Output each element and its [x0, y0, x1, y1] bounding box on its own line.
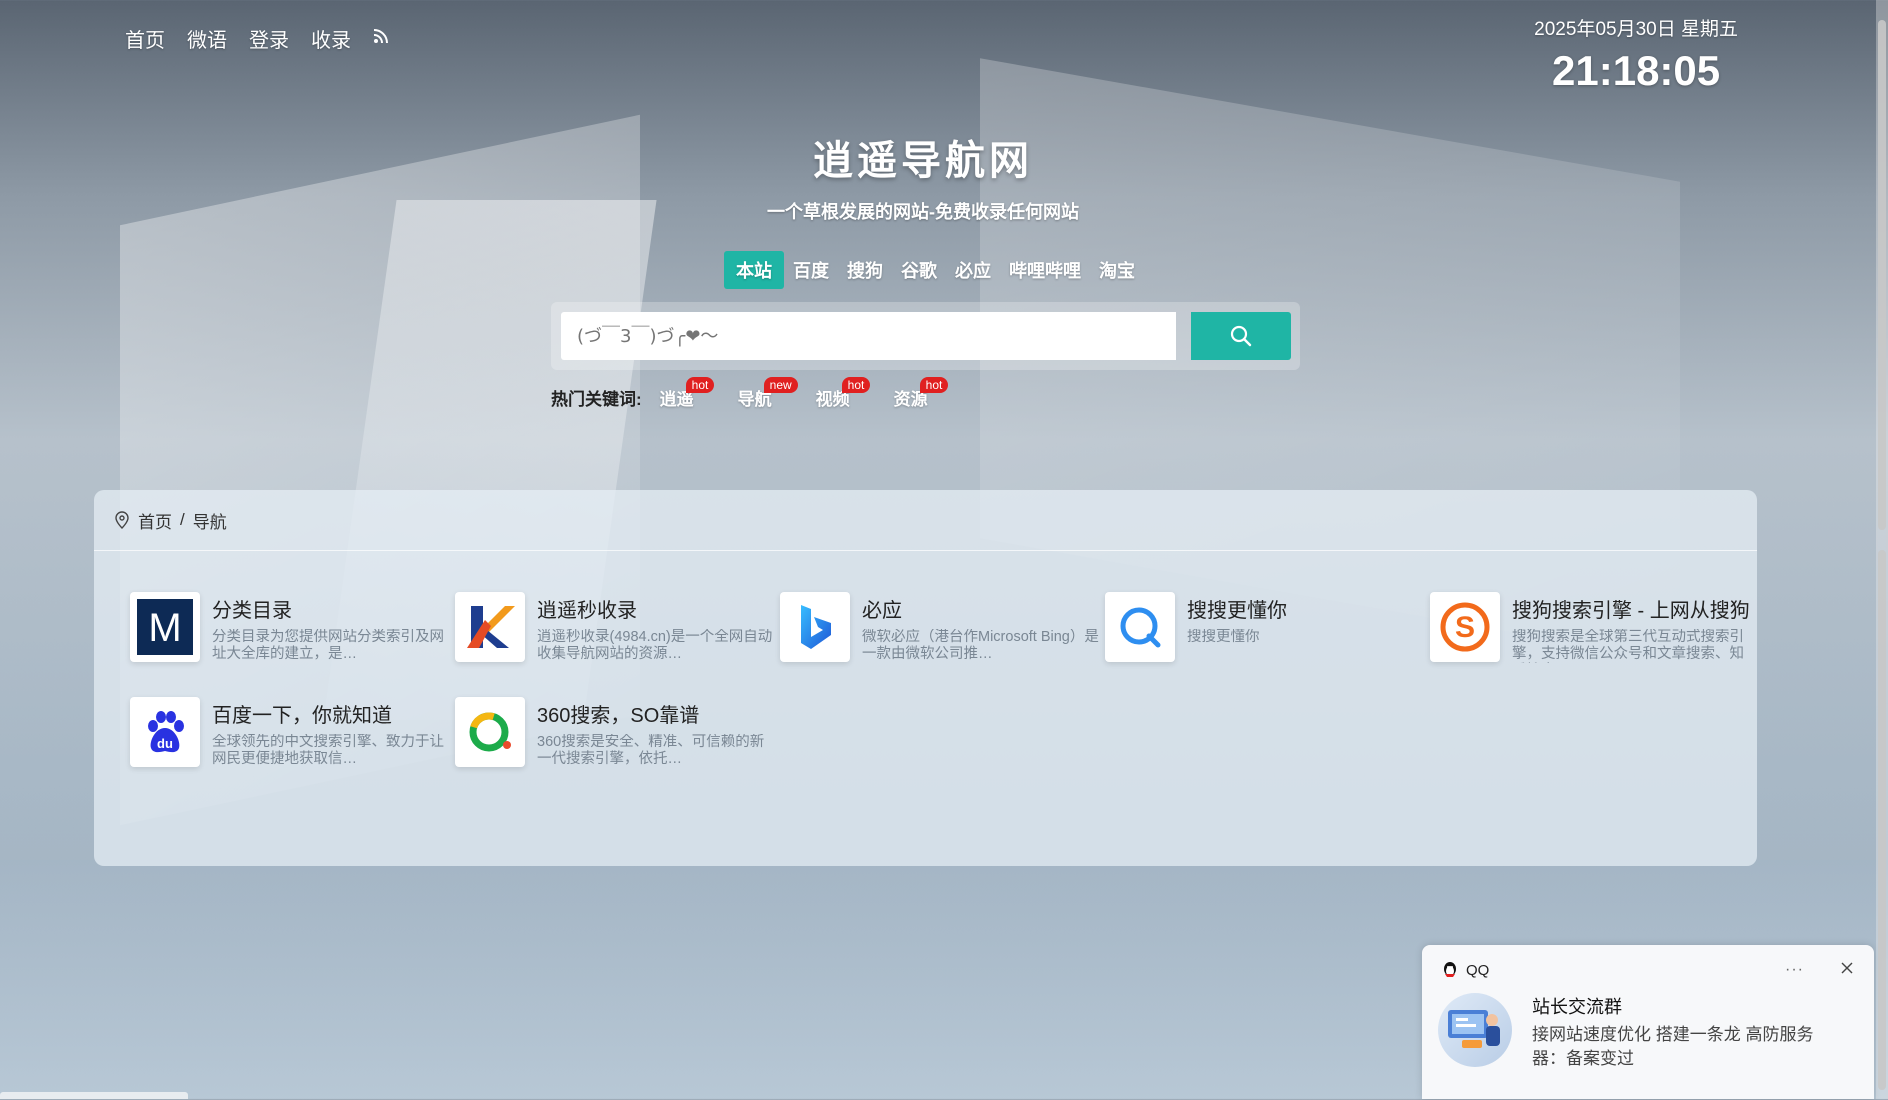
new-badge: new	[763, 377, 798, 393]
more-icon[interactable]: ···	[1785, 961, 1804, 979]
clock-date: 2025年05月30日 星期五	[1534, 19, 1738, 40]
hot-badge: hot	[685, 377, 715, 393]
search-button[interactable]	[1191, 312, 1291, 360]
scrollbar[interactable]	[1876, 0, 1888, 1099]
nav-home[interactable]: 首页	[125, 24, 165, 53]
m-logo-icon: M	[130, 592, 200, 662]
tab-site[interactable]: 本站	[724, 251, 784, 289]
tab-google[interactable]: 谷歌	[892, 251, 946, 289]
site-card[interactable]: M 分类目录 分类目录为您提供网站分类索引及网址大全库的建立，是…	[130, 592, 450, 664]
rss-icon[interactable]	[373, 27, 389, 50]
search-engine-tabs: 本站 百度 搜狗 谷歌 必应 哔哩哔哩 淘宝	[724, 251, 1144, 289]
qq-app-name: QQ	[1466, 961, 1490, 979]
clock: 2025年05月30日 星期五 21:18:05	[1534, 14, 1738, 95]
nav-login[interactable]: 登录	[249, 24, 289, 53]
hot-keywords: 热门关键词: 逍遥 hot 导航 new 视频 hot 资源 hot	[551, 377, 972, 410]
card-title: 分类目录	[212, 600, 292, 622]
search-icon	[1230, 325, 1252, 347]
site-card[interactable]: 逍遥秒收录 逍遥秒收录(4984.cn)是一个全网自动收集导航网站的资源…	[455, 592, 775, 664]
bing-icon	[780, 592, 850, 662]
qq-message: 接网站速度优化 搭建一条龙 高防服务器：备案变过	[1532, 1025, 1814, 1068]
site-card[interactable]: 360搜索，SO靠谱 360搜索是安全、精准、可信赖的新一代搜索引擎，依托…	[455, 697, 775, 769]
tab-baidu[interactable]: 百度	[784, 251, 838, 289]
card-desc: 360搜索是安全、精准、可信赖的新一代搜索引擎，依托…	[537, 734, 765, 767]
svg-text:M: M	[148, 606, 181, 650]
card-title: 搜狗搜索引擎 - 上网从搜狗开始	[1512, 600, 1750, 622]
card-title: 逍遥秒收录	[537, 600, 637, 622]
sogou-icon: S	[1430, 592, 1500, 662]
search-box	[551, 302, 1300, 370]
card-desc: 搜搜更懂你	[1187, 629, 1260, 645]
breadcrumb-current: 导航	[192, 512, 227, 532]
tab-taobao[interactable]: 淘宝	[1090, 251, 1144, 289]
site-card[interactable]: 搜搜更懂你 搜搜更懂你	[1105, 592, 1425, 664]
card-title: 360搜索，SO靠谱	[537, 705, 700, 727]
qq-group-name: 站长交流群	[1532, 997, 1622, 1017]
tab-bing[interactable]: 必应	[946, 251, 1000, 289]
card-desc: 逍遥秒收录(4984.cn)是一个全网自动收集导航网站的资源…	[537, 629, 773, 662]
close-icon[interactable]	[1840, 961, 1854, 979]
hot-keyword[interactable]: 视频 hot	[816, 377, 871, 410]
qq-notification[interactable]: QQ ··· 站长交流群 接网站速度优化 搭建一条龙 高防服务器：备案变过	[1422, 945, 1874, 1099]
top-nav: 首页 微语 登录 收录	[125, 24, 389, 53]
hot-badge: hot	[919, 377, 949, 393]
card-title: 必应	[862, 600, 902, 622]
card-desc: 全球领先的中文搜索引擎、致力于让网民更便捷地获取信…	[212, 734, 444, 767]
so360-icon	[455, 697, 525, 767]
hot-keyword[interactable]: 导航 new	[738, 377, 798, 410]
scrollbar-thumb[interactable]	[1878, 20, 1886, 530]
hot-keyword[interactable]: 资源 hot	[894, 377, 949, 410]
hot-badge: hot	[841, 377, 871, 393]
tab-sogou[interactable]: 搜狗	[838, 251, 892, 289]
nav-submit[interactable]: 收录	[311, 24, 351, 53]
clock-time: 21:18:05	[1552, 47, 1721, 94]
card-desc: 分类目录为您提供网站分类索引及网址大全库的建立，是…	[212, 629, 444, 662]
bottom-tab-strip	[0, 1092, 188, 1099]
soso-icon	[1105, 592, 1175, 662]
site-card[interactable]: 必应 微软必应（港台作Microsoft Bing）是一款由微软公司推…	[780, 592, 1100, 664]
hot-keywords-label: 热门关键词:	[551, 390, 642, 409]
site-card[interactable]: du 百度一下，你就知道 全球领先的中文搜索引擎、致力于让网民更便捷地获取信…	[130, 697, 450, 769]
card-desc: 微软必应（港台作Microsoft Bing）是一款由微软公司推…	[862, 629, 1099, 662]
nav-panel: 首页 / 导航 M 分类目录 分类目录为您提供网站分类索引及网址大全库的建立，是…	[94, 490, 1757, 866]
scrollbar-thumb[interactable]	[1878, 550, 1886, 1090]
site-card[interactable]: S 搜狗搜索引擎 - 上网从搜狗开始 搜狗搜索是全球第三代互动式搜索引擎，支持微…	[1430, 592, 1750, 664]
nav-weiyu[interactable]: 微语	[187, 24, 227, 53]
hot-keyword[interactable]: 逍遥 hot	[660, 377, 715, 410]
avatar	[1438, 993, 1512, 1067]
site-title: 逍遥导航网	[813, 139, 1033, 183]
qq-penguin-icon	[1444, 962, 1456, 977]
breadcrumb: 首页 / 导航	[94, 490, 1757, 551]
baidu-icon: du	[130, 697, 200, 767]
breadcrumb-home[interactable]: 首页	[138, 508, 172, 533]
search-input[interactable]	[561, 312, 1176, 360]
card-title: 百度一下，你就知道	[212, 705, 392, 727]
card-desc: 搜狗搜索是全球第三代互动式搜索引擎，支持微信公众号和文章搜索、知乎搜索…	[1512, 629, 1744, 662]
site-cards: M 分类目录 分类目录为您提供网站分类索引及网址大全库的建立，是… 逍遥秒收录 …	[130, 592, 1750, 852]
breadcrumb-separator: /	[180, 510, 185, 529]
tab-bilibili[interactable]: 哔哩哔哩	[1000, 251, 1090, 289]
svg-text:du: du	[157, 736, 173, 751]
k-logo-icon	[455, 592, 525, 662]
svg-text:S: S	[1455, 611, 1475, 644]
card-title: 搜搜更懂你	[1187, 600, 1287, 622]
location-pin-icon	[115, 511, 129, 529]
site-subtitle: 一个草根发展的网站-免费收录任何网站	[767, 202, 1079, 222]
